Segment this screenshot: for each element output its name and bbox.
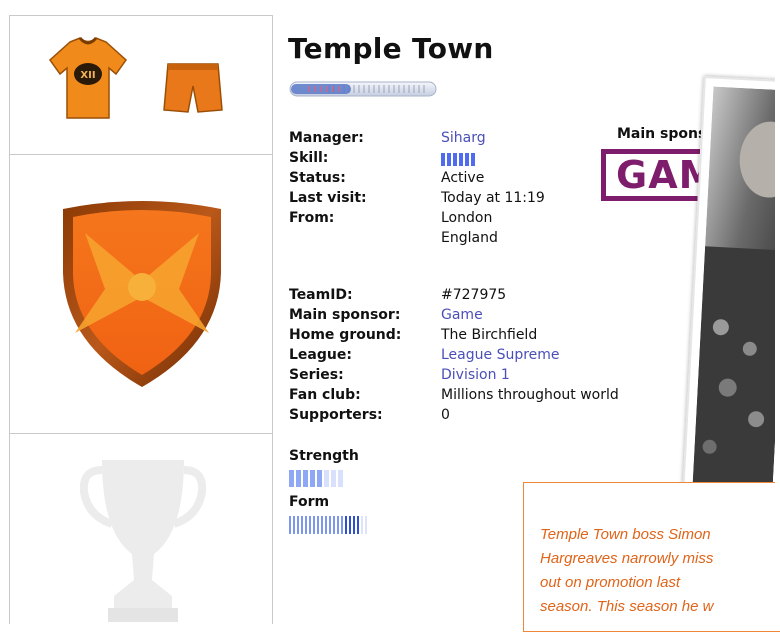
strength-segment bbox=[303, 470, 308, 487]
form-bar bbox=[289, 516, 367, 534]
form-segment bbox=[309, 516, 311, 534]
sponsor-label: Main sponsor: bbox=[289, 307, 401, 323]
page-edge bbox=[775, 0, 780, 619]
team-name: Temple Town bbox=[288, 32, 494, 65]
news-caption-box: Temple Town boss Simon Hargreaves narrow… bbox=[523, 482, 780, 632]
skill-bar-segment bbox=[471, 153, 475, 166]
from-label: From: bbox=[289, 210, 335, 226]
skill-bar bbox=[441, 153, 475, 166]
crest-panel bbox=[9, 154, 273, 434]
ground-value: The Birchfield bbox=[441, 327, 538, 343]
fanclub-value: Millions throughout world bbox=[441, 387, 619, 403]
form-label: Form bbox=[289, 494, 330, 510]
form-segment bbox=[305, 516, 307, 534]
status-value: Active bbox=[441, 170, 485, 186]
form-segment bbox=[317, 516, 319, 534]
skill-bar-segment bbox=[453, 153, 457, 166]
news-caption: Temple Town boss Simon Hargreaves narrow… bbox=[540, 523, 780, 619]
shorts-icon bbox=[163, 63, 223, 113]
strength-segment bbox=[324, 470, 329, 487]
form-segment bbox=[321, 516, 323, 534]
form-segment bbox=[325, 516, 327, 534]
teamid-value: #727975 bbox=[441, 287, 507, 303]
sponsor-link[interactable]: Game bbox=[441, 305, 483, 325]
strength-label: Strength bbox=[289, 448, 359, 464]
form-segment bbox=[353, 516, 355, 534]
league-link[interactable]: League Supreme bbox=[441, 345, 560, 365]
form-segment bbox=[361, 516, 363, 534]
form-segment bbox=[337, 516, 339, 534]
form-segment bbox=[333, 516, 335, 534]
strength-segment bbox=[331, 470, 336, 487]
form-segment bbox=[297, 516, 299, 534]
ranking-progress-bar bbox=[289, 81, 437, 97]
strength-segment bbox=[317, 470, 322, 487]
ground-label: Home ground: bbox=[289, 327, 402, 343]
form-segment bbox=[365, 516, 367, 534]
skill-label: Skill: bbox=[289, 150, 329, 166]
last-visit-label: Last visit: bbox=[289, 190, 367, 206]
trophy-icon bbox=[80, 460, 206, 622]
supporters-label: Supporters: bbox=[289, 407, 383, 423]
shirt-icon: XII bbox=[49, 37, 127, 119]
form-segment bbox=[345, 516, 347, 534]
club-crest-icon bbox=[63, 201, 221, 387]
supporters-value: 0 bbox=[441, 407, 450, 423]
form-segment bbox=[329, 516, 331, 534]
skill-bar-segment bbox=[459, 153, 463, 166]
svg-text:XII: XII bbox=[80, 70, 95, 81]
form-segment bbox=[289, 516, 291, 534]
caption-line: out on promotion last bbox=[540, 574, 681, 591]
form-segment bbox=[357, 516, 359, 534]
form-segment bbox=[313, 516, 315, 534]
manager-photo bbox=[692, 86, 780, 491]
teamid-label: TeamID: bbox=[289, 287, 353, 303]
skill-bar-segment bbox=[441, 153, 445, 166]
manager-link[interactable]: Siharg bbox=[441, 128, 486, 148]
form-segment bbox=[293, 516, 295, 534]
form-segment bbox=[349, 516, 351, 534]
last-visit-value: Today at 11:19 bbox=[441, 190, 545, 206]
league-label: League: bbox=[289, 347, 352, 363]
from-city: London bbox=[441, 210, 493, 226]
kit-panel: XII bbox=[9, 15, 273, 155]
caption-line: Hargreaves narrowly miss bbox=[540, 550, 714, 567]
skill-bar-segment bbox=[465, 153, 469, 166]
status-label: Status: bbox=[289, 170, 346, 186]
trophy-panel bbox=[9, 433, 273, 624]
series-link[interactable]: Division 1 bbox=[441, 365, 510, 385]
strength-segment bbox=[289, 470, 294, 487]
strength-bar bbox=[289, 470, 343, 487]
skill-bar-segment bbox=[447, 153, 451, 166]
from-country: England bbox=[441, 230, 498, 246]
strength-segment bbox=[296, 470, 301, 487]
caption-line: Temple Town boss Simon bbox=[540, 526, 711, 543]
strength-segment bbox=[310, 470, 315, 487]
caption-line: season. This season he w bbox=[540, 598, 714, 615]
manager-label: Manager: bbox=[289, 130, 364, 146]
fanclub-label: Fan club: bbox=[289, 387, 361, 403]
strength-segment bbox=[338, 470, 343, 487]
form-segment bbox=[301, 516, 303, 534]
form-segment bbox=[341, 516, 343, 534]
series-label: Series: bbox=[289, 367, 344, 383]
club-visuals-column: XII bbox=[9, 15, 273, 624]
